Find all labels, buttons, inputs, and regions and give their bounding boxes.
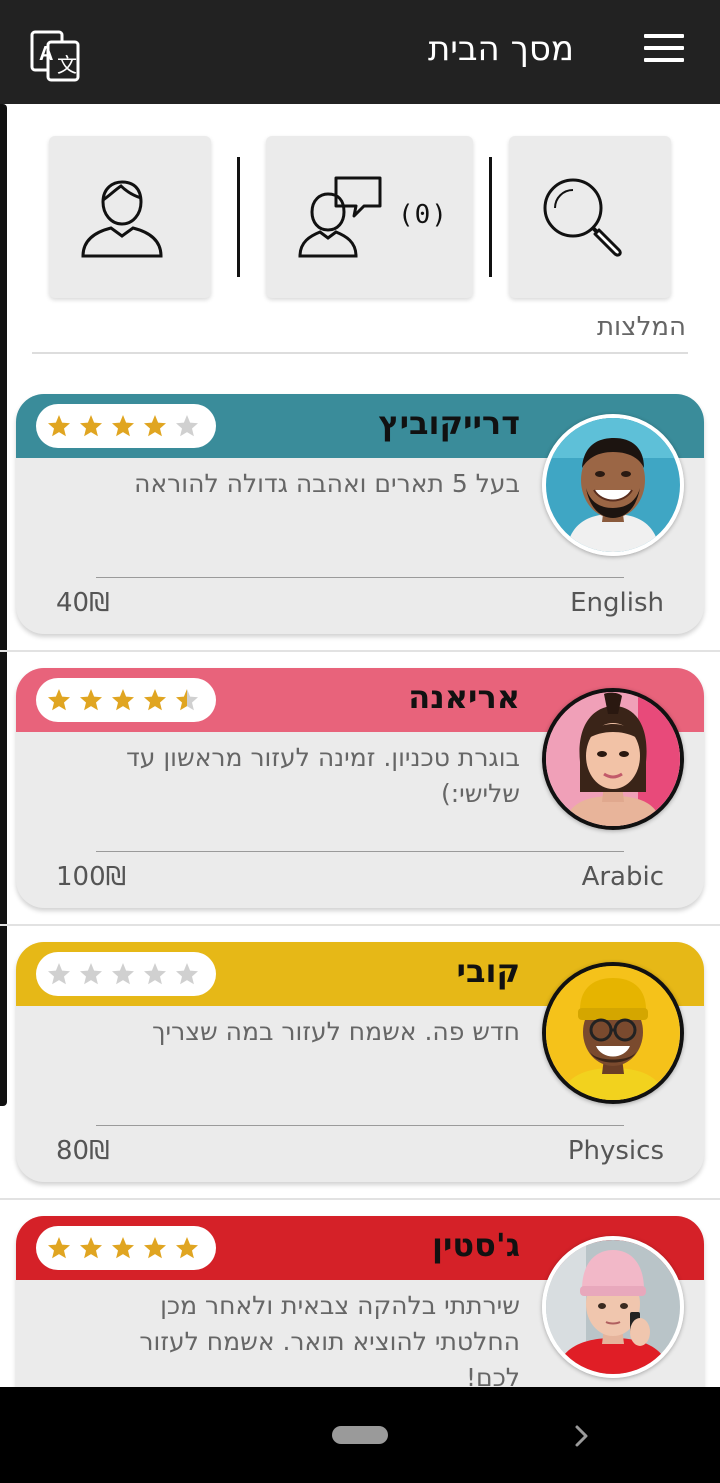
scroll-indicator [0, 104, 7, 1106]
tutor-description: שירתתי בלהקה צבאית ולאחר מכן החלטתי להוצ… [139, 1291, 520, 1392]
stars-icon [48, 963, 198, 985]
tutor-avatar[interactable] [542, 962, 684, 1104]
search-tile[interactable] [509, 136, 671, 298]
stars-icon [48, 1237, 198, 1259]
tutor-name: דרייקוביץ [378, 404, 520, 442]
system-nav-bar [0, 1387, 720, 1483]
card-divider [96, 851, 624, 852]
star-icon [176, 1237, 198, 1259]
star-icon [144, 415, 166, 437]
star-icon [144, 963, 166, 985]
tutor-avatar[interactable] [542, 688, 684, 830]
rating-stars [36, 952, 216, 996]
tutor-name: ג'סטין [432, 1226, 520, 1264]
tutor-price: 100₪ [56, 862, 127, 892]
star-icon [48, 415, 70, 437]
tutor-photo [546, 418, 680, 552]
section-divider [32, 352, 688, 354]
list-separator [0, 924, 720, 926]
tutor-avatar[interactable] [542, 414, 684, 556]
app-bar: A 文 מסך הבית [0, 0, 720, 104]
star-icon [80, 1237, 102, 1259]
stars-icon [48, 415, 198, 437]
tutor-price: 40₪ [56, 588, 110, 618]
star-icon [112, 415, 134, 437]
tutor-subject: Physics [567, 1136, 664, 1166]
star-icon [80, 415, 102, 437]
svg-text:A: A [39, 43, 53, 65]
home-pill-icon[interactable] [332, 1426, 388, 1444]
card-divider [96, 1125, 624, 1126]
tutor-photo [546, 966, 680, 1100]
tutor-subject: English [570, 588, 664, 618]
chevron-right-icon[interactable] [572, 1422, 592, 1450]
messages-count: (0) [398, 200, 448, 230]
hamburger-menu-button[interactable] [644, 34, 684, 64]
page-title: מסך הבית [427, 29, 574, 69]
star-icon [176, 689, 198, 711]
user-icon [81, 180, 163, 258]
star-icon [48, 963, 70, 985]
translate-button[interactable]: A 文 [28, 30, 82, 82]
rating-stars [36, 678, 216, 722]
star-icon [48, 689, 70, 711]
tutor-description: בוגרת טכניון. זמינה לעזור מראשון עד שליש… [126, 743, 520, 808]
star-icon [80, 689, 102, 711]
stars-icon [48, 689, 198, 711]
star-icon [80, 963, 102, 985]
star-icon [112, 689, 134, 711]
menu-line-icon [644, 46, 684, 50]
chat-person-icon [298, 176, 382, 258]
tutor-description: בעל 5 תארים ואהבה גדולה להוראה [134, 469, 520, 498]
menu-line-icon [644, 34, 684, 38]
tutor-name: קובי [456, 952, 520, 990]
tutor-photo [546, 692, 680, 826]
tile-divider [489, 157, 492, 277]
profile-tile[interactable] [49, 136, 211, 298]
tile-divider [237, 157, 240, 277]
star-icon [48, 1237, 70, 1259]
star-icon [144, 1237, 166, 1259]
star-icon [176, 415, 198, 437]
star-icon [176, 963, 198, 985]
tutor-price: 80₪ [56, 1136, 110, 1166]
list-separator [0, 1198, 720, 1200]
recommendations-title: המלצות [596, 312, 686, 342]
tutor-name: אריאנה [408, 678, 520, 716]
tutor-description: חדש פה. אשמח לעזור במה שצריך [152, 1017, 520, 1046]
tutor-photo [546, 1240, 680, 1374]
rating-stars [36, 1226, 216, 1270]
star-icon [112, 963, 134, 985]
list-separator [0, 650, 720, 652]
svg-text:文: 文 [57, 53, 77, 77]
star-icon [144, 689, 166, 711]
tutor-subject: Arabic [581, 862, 664, 892]
tutor-avatar[interactable] [542, 1236, 684, 1378]
star-icon [112, 1237, 134, 1259]
menu-line-icon [644, 58, 684, 62]
magnifier-icon [543, 178, 622, 257]
card-divider [96, 577, 624, 578]
rating-stars [36, 404, 216, 448]
translate-icon: A 文 [30, 30, 80, 82]
